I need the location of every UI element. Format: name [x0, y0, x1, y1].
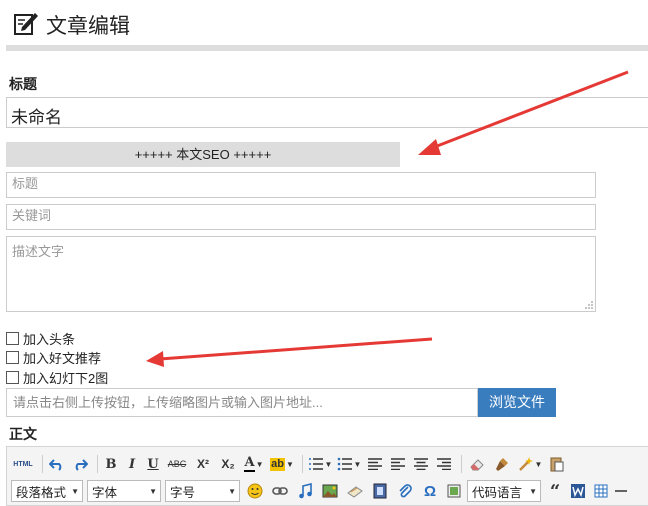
underline-icon[interactable]: U	[144, 453, 162, 475]
checkbox-icon[interactable]	[6, 350, 19, 364]
checkbox-slideshow[interactable]: 加入幻灯下2图	[6, 368, 108, 386]
subscript-icon[interactable]: X₂	[217, 453, 239, 475]
image-icon[interactable]	[319, 480, 341, 502]
attachment-icon[interactable]	[394, 480, 416, 502]
seo-description-textarea[interactable]: 描述文字	[6, 236, 596, 312]
rich-text-editor: HTML B I U ABC X² X₂ A ▼ ab ▼ ▼ ▼ ▼ 段落格式…	[6, 446, 648, 506]
chevron-down-icon: ▼	[534, 459, 543, 469]
chevron-down-icon: ▼	[353, 459, 362, 469]
magic-wand-icon	[518, 457, 533, 471]
chevron-down-icon: ▼	[228, 486, 236, 496]
title-input[interactable]: 未命名	[6, 97, 648, 128]
magic-wand-button[interactable]: ▼	[516, 453, 544, 475]
page-title: 文章编辑	[46, 14, 130, 38]
unordered-list-button[interactable]: ▼	[336, 453, 362, 475]
highlight-button[interactable]: ab ▼	[269, 453, 295, 475]
body-label: 正文	[9, 426, 37, 442]
italic-icon[interactable]: I	[123, 453, 141, 475]
highlight-icon: ab	[270, 457, 285, 471]
checkbox-label: 加入头条	[23, 331, 76, 347]
toolbar-divider	[97, 455, 98, 473]
unordered-list-icon	[337, 457, 352, 471]
html-icon[interactable]: HTML	[11, 453, 35, 475]
font-family-value: 字体	[92, 485, 118, 500]
checkbox-label: 加入幻灯下2图	[23, 370, 109, 386]
chevron-down-icon: ▼	[285, 459, 294, 469]
checkbox-label: 加入好文推荐	[23, 350, 102, 366]
font-color-icon: A	[244, 455, 255, 472]
undo-icon[interactable]	[47, 453, 67, 475]
font-size-value: 字号	[170, 485, 196, 500]
toolbar-divider	[42, 455, 43, 473]
font-size-select[interactable]: 字号 ▼	[165, 480, 240, 502]
font-color-button[interactable]: A ▼	[242, 453, 266, 475]
resize-grip-icon[interactable]	[582, 298, 594, 310]
toolbar-divider	[461, 455, 462, 473]
chevron-down-icon: ▼	[324, 459, 333, 469]
ordered-list-icon	[308, 458, 323, 470]
seo-title-input[interactable]: 标题	[6, 172, 596, 198]
blockquote-icon[interactable]: “	[545, 480, 565, 502]
table-icon[interactable]	[591, 480, 611, 502]
checkbox-recommend[interactable]: 加入好文推荐	[6, 348, 101, 366]
paste-icon[interactable]	[547, 453, 567, 475]
code-language-value: 代码语言	[472, 485, 523, 500]
emoji-icon[interactable]	[244, 480, 266, 502]
thumbnail-url-input[interactable]: 请点击右侧上传按钮，上传缩略图片或输入图片地址...	[6, 388, 478, 417]
video-icon[interactable]	[369, 480, 391, 502]
chevron-down-icon: ▼	[529, 486, 537, 496]
chevron-down-icon: ▼	[255, 459, 264, 469]
align-right-icon[interactable]	[434, 453, 454, 475]
horizontal-rule-icon[interactable]	[614, 480, 628, 502]
align-justify-icon[interactable]	[365, 453, 385, 475]
superscript-icon[interactable]: X²	[192, 453, 214, 475]
link-icon[interactable]	[269, 480, 291, 502]
format-brush-icon[interactable]	[491, 453, 513, 475]
checkbox-icon[interactable]	[6, 331, 19, 345]
title-label: 标题	[9, 76, 37, 92]
redo-icon[interactable]	[70, 453, 90, 475]
eraser-icon[interactable]	[466, 453, 488, 475]
header-divider	[6, 45, 648, 51]
checkbox-icon[interactable]	[6, 370, 19, 384]
align-center-icon[interactable]	[411, 453, 431, 475]
scrawl-icon[interactable]	[344, 480, 366, 502]
word-paste-icon[interactable]	[568, 480, 588, 502]
browse-files-button[interactable]: 浏览文件	[478, 388, 556, 417]
bold-icon[interactable]: B	[102, 453, 120, 475]
strikethrough-icon[interactable]: ABC	[165, 453, 189, 475]
align-left-icon[interactable]	[388, 453, 408, 475]
edit-icon	[14, 13, 38, 35]
checkbox-headline[interactable]: 加入头条	[6, 329, 75, 347]
page-header: 文章编辑	[0, 0, 648, 46]
seo-section-toggle[interactable]: +++++ 本文SEO +++++	[6, 142, 400, 167]
arrow-to-checkbox-icon	[146, 337, 433, 367]
paragraph-format-select[interactable]: 段落格式 ▼	[11, 480, 83, 502]
gallery-icon[interactable]	[444, 480, 464, 502]
paragraph-format-value: 段落格式	[16, 485, 67, 500]
code-language-select[interactable]: 代码语言 ▼	[467, 480, 541, 502]
ordered-list-button[interactable]: ▼	[307, 453, 333, 475]
special-char-icon[interactable]: Ω	[419, 480, 441, 502]
chevron-down-icon: ▼	[149, 486, 157, 496]
font-family-select[interactable]: 字体 ▼	[87, 480, 161, 502]
toolbar-row-1: HTML B I U ABC X² X₂ A ▼ ab ▼ ▼ ▼ ▼	[11, 450, 570, 478]
seo-keywords-input[interactable]: 关键词	[6, 204, 596, 230]
toolbar-divider	[302, 455, 303, 473]
music-icon[interactable]	[294, 480, 316, 502]
toolbar-row-2: 段落格式 ▼ 字体 ▼ 字号 ▼ Ω 代码语言 ▼ “	[11, 477, 631, 505]
chevron-down-icon: ▼	[71, 486, 79, 496]
